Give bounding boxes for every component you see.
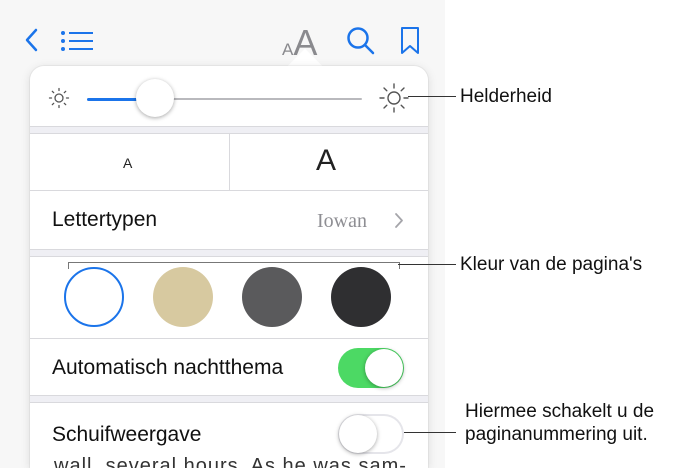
- chevron-right-icon: [394, 212, 404, 234]
- callout-line-scroll: [404, 432, 456, 433]
- sun-large-icon: [378, 82, 410, 119]
- section-separator: [30, 126, 428, 134]
- callout-line-page-color: [398, 264, 456, 265]
- scroll-view-label: Schuifweergave: [52, 423, 202, 446]
- font-small-glyph: A: [282, 40, 294, 59]
- swatch-gray[interactable]: [242, 267, 302, 327]
- ibooks-screen: AA A A Lettertypen Iowan Automatisch nac…: [0, 0, 445, 468]
- toggle-knob: [365, 349, 403, 387]
- toggle-knob: [339, 415, 377, 453]
- fonts-label: Lettertypen: [52, 208, 158, 231]
- auto-night-toggle[interactable]: [338, 348, 404, 388]
- callout-scroll-line2: paginanummering uit.: [465, 424, 648, 445]
- callout-line-brightness: [408, 96, 456, 97]
- callout-brightness: Helderheid: [460, 86, 552, 107]
- brightness-track[interactable]: [157, 98, 362, 100]
- appearance-popover: A A Lettertypen Iowan Automatisch nachtt…: [30, 66, 428, 468]
- brightness-slider-thumb[interactable]: [136, 79, 174, 117]
- section-separator: [30, 249, 428, 257]
- swatch-sepia[interactable]: [153, 267, 213, 327]
- fonts-value: Iowan: [317, 210, 367, 232]
- search-icon[interactable]: [346, 26, 376, 61]
- chevron-left-icon[interactable]: [24, 28, 38, 57]
- swatch-night[interactable]: [331, 267, 391, 327]
- increase-font-button[interactable]: A: [230, 134, 428, 190]
- fonts-row[interactable]: Lettertypen Iowan: [30, 191, 428, 249]
- bookmark-icon[interactable]: [400, 26, 420, 61]
- section-separator: [30, 395, 428, 403]
- reader-toolbar: AA: [0, 0, 445, 66]
- increase-font-label: A: [316, 144, 337, 177]
- book-page-text: wall, several hours. As he was sam-: [54, 455, 407, 468]
- callout-scroll-line1: Hiermee schakelt u de: [465, 401, 655, 422]
- row-divider: [30, 338, 428, 339]
- scroll-view-toggle[interactable]: [338, 414, 404, 454]
- auto-night-label: Automatisch nachtthema: [52, 356, 284, 379]
- callout-page-color: Kleur van de pagina's: [460, 254, 643, 275]
- sun-small-icon: [48, 87, 70, 114]
- list-icon[interactable]: [60, 30, 94, 57]
- swatch-white[interactable]: [64, 267, 124, 327]
- decrease-font-label: A: [123, 155, 133, 171]
- decrease-font-button[interactable]: A: [30, 134, 229, 190]
